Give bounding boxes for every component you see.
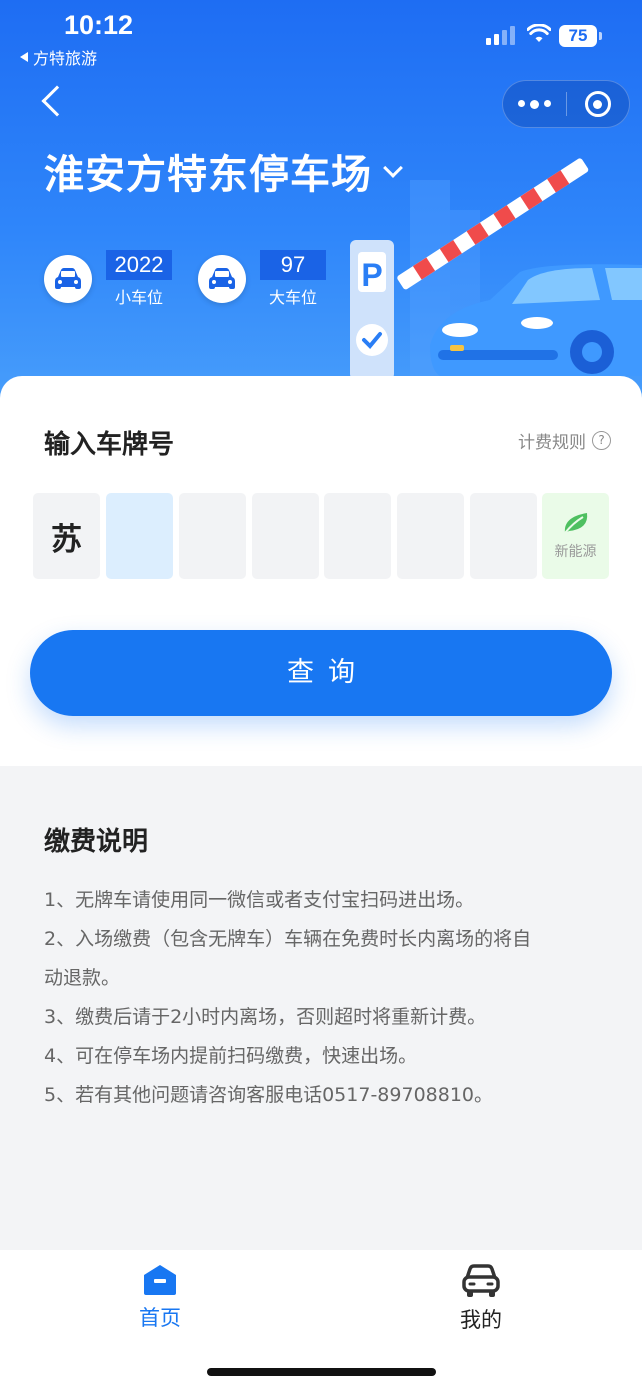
home-icon <box>144 1265 176 1295</box>
tab-home-label: 首页 <box>139 1306 181 1330</box>
payment-notes-title: 缴费说明 <box>44 827 149 857</box>
plate-input-title: 输入车牌号 <box>44 430 175 460</box>
payment-notes-list: 1、无牌车请使用同一微信或者支付宝扫码进出场。 2、入场缴费（包含无牌车）车辆在… <box>44 881 604 1115</box>
note-item: 5、若有其他问题请咨询客服电话0517-89708810。 <box>44 1084 494 1106</box>
large-spaces-count: 97 <box>260 250 326 280</box>
note-item: 3、缴费后请于2小时内离场，否则超时将重新计费。 <box>44 1006 487 1028</box>
car-front-icon <box>198 255 246 303</box>
note-item: 2、入场缴费（包含无牌车）车辆在免费时长内离场的将自 <box>44 928 532 950</box>
new-energy-label: 新能源 <box>554 544 597 560</box>
back-triangle-icon <box>20 52 28 62</box>
payment-notes-section: 缴费说明 1、无牌车请使用同一微信或者支付宝扫码进出场。 2、入场缴费（包含无牌… <box>0 766 642 1250</box>
plate-input-card: 输入车牌号 计费规则 ? 苏 新能源 查询 <box>0 376 642 766</box>
cellular-signal-icon <box>486 26 515 45</box>
tab-mine[interactable]: 我的 <box>431 1264 531 1334</box>
tab-home[interactable]: 首页 <box>110 1264 210 1332</box>
lot-name: 淮安方特东停车场 <box>44 152 372 198</box>
plate-new-energy-box[interactable]: 新能源 <box>542 493 609 579</box>
small-spaces-count: 2022 <box>106 250 172 280</box>
plate-char-box-6[interactable] <box>470 493 537 579</box>
help-circle-icon: ? <box>592 431 611 450</box>
status-time: 10:12 <box>64 10 134 40</box>
large-spaces-stat: 97 大车位 <box>198 250 326 308</box>
back-to-app-link[interactable]: 方特旅游 <box>20 45 97 69</box>
note-item: 4、可在停车场内提前扫码缴费，快速出场。 <box>44 1045 418 1067</box>
note-item: 动退款。 <box>44 967 121 989</box>
tab-mine-label: 我的 <box>460 1308 502 1332</box>
billing-rules-label: 计费规则 <box>518 433 586 453</box>
plate-char-box-5[interactable] <box>397 493 464 579</box>
query-button[interactable]: 查询 <box>30 630 612 716</box>
back-app-label: 方特旅游 <box>33 49 98 68</box>
plate-char-box-3[interactable] <box>252 493 319 579</box>
plate-char-box-4[interactable] <box>324 493 391 579</box>
wifi-icon <box>527 24 551 42</box>
back-chevron-icon[interactable] <box>41 85 73 117</box>
miniprogram-capsule <box>502 80 630 128</box>
battery-indicator: 75 <box>559 25 602 47</box>
small-spaces-label: 小车位 <box>114 288 163 307</box>
plate-char-box-1[interactable] <box>106 493 173 579</box>
plate-char-box-2[interactable] <box>179 493 246 579</box>
home-indicator <box>207 1368 436 1376</box>
note-item: 1、无牌车请使用同一微信或者支付宝扫码进出场。 <box>44 889 475 911</box>
leaf-icon <box>563 513 587 534</box>
header-banner: 10:12 方特旅游 75 淮安方特东停车场 2022 小车位 97 大车位 P <box>0 0 642 420</box>
large-spaces-label: 大车位 <box>268 288 317 307</box>
car-icon <box>462 1264 500 1297</box>
parking-gate-illustration: P <box>350 158 642 380</box>
close-target-icon[interactable] <box>567 91 630 117</box>
parking-p-icon: P <box>361 257 382 293</box>
plate-province-box[interactable]: 苏 <box>33 493 100 579</box>
car-front-icon <box>44 255 92 303</box>
small-spaces-stat: 2022 小车位 <box>44 250 172 308</box>
billing-rules-link[interactable]: 计费规则 ? <box>518 428 611 453</box>
more-dots-icon[interactable] <box>503 99 566 109</box>
